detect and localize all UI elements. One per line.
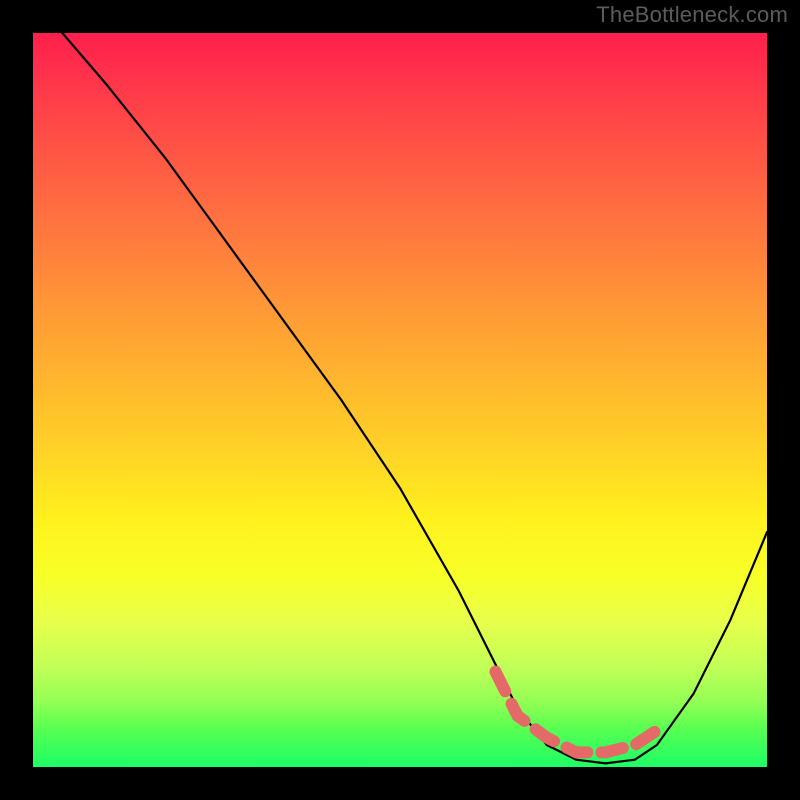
attribution-text: TheBottleneck.com [596, 2, 788, 28]
chart-svg [33, 33, 767, 767]
plot-area [33, 33, 767, 767]
optimal-band [495, 672, 656, 753]
bottleneck-curve [62, 33, 767, 763]
bottleneck-chart: TheBottleneck.com [0, 0, 800, 800]
